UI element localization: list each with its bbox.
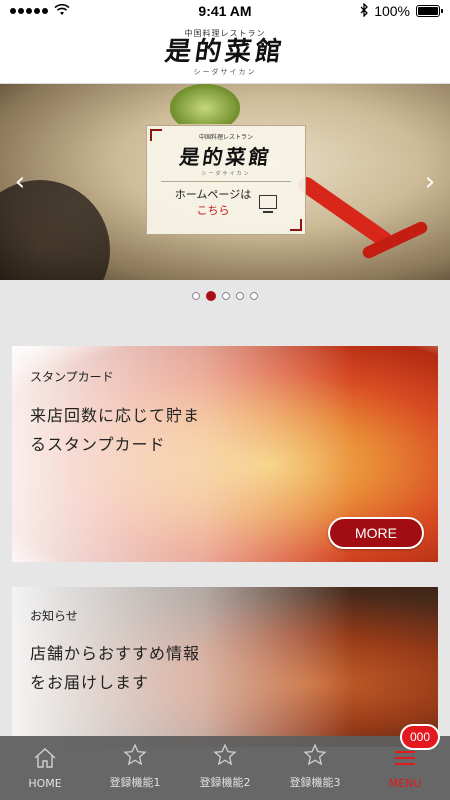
battery-icon <box>416 5 443 17</box>
bluetooth-icon <box>360 1 369 20</box>
stamp-card-label: スタンプカード <box>30 370 114 384</box>
nav-feature2-label: 登録機能2 <box>199 776 251 789</box>
pagination-dot[interactable] <box>236 292 244 300</box>
pagination-dot[interactable] <box>192 292 200 300</box>
pagination-dot[interactable] <box>250 292 258 300</box>
card-logo-subtitle: 中国料理レストラン <box>198 134 253 141</box>
homepage-link-card[interactable]: 中国料理レストラン 是的菜館 シーダサイカン ホームページは こちら <box>146 125 306 235</box>
news-panel[interactable]: お知らせ 店舗からおすすめ情報 をお届けします <box>12 587 438 747</box>
slider-pagination <box>0 290 450 302</box>
news-label: お知らせ <box>30 609 78 623</box>
star-icon <box>303 742 327 768</box>
signal-icon <box>10 8 48 14</box>
stamp-card-description-line: 来店回数に応じて貯ま <box>30 406 201 425</box>
app-header: 中国料理レストラン 是的菜館 シーダサイカン <box>0 22 450 84</box>
more-button[interactable]: MORE <box>328 517 424 549</box>
wifi-icon <box>54 3 70 19</box>
battery-fill <box>418 7 438 15</box>
nav-feature2[interactable]: 登録機能2 <box>180 736 270 800</box>
notification-badge: 000 <box>400 724 440 750</box>
nav-menu[interactable]: MENU 000 <box>360 724 450 800</box>
logo: 是的菜館 <box>162 37 288 68</box>
battery-percent: 100% <box>374 3 410 19</box>
slider-next-icon[interactable]: › <box>418 168 442 196</box>
homepage-link-line1: ホームページは <box>174 188 252 201</box>
signal-area <box>10 3 70 19</box>
homepage-link[interactable]: ホームページは こちら <box>175 186 278 218</box>
pagination-dot-active[interactable] <box>206 291 216 301</box>
hero-photo-vegetable <box>170 84 240 124</box>
nav-home[interactable]: HOME <box>0 736 90 800</box>
news-description-line: 店舗からおすすめ情報 <box>30 644 201 663</box>
homepage-link-line2: こちら <box>196 204 230 217</box>
status-bar: 9:41 AM 100% <box>0 0 450 22</box>
nav-home-label: HOME <box>28 777 62 790</box>
nav-feature1-label: 登録機能1 <box>109 776 161 789</box>
status-right: 100% <box>360 1 443 20</box>
nav-menu-label: MENU <box>388 777 422 790</box>
hero-photo-chili <box>295 173 395 251</box>
nav-feature1[interactable]: 登録機能1 <box>90 736 180 800</box>
news-description: 店舗からおすすめ情報 をお届けします <box>30 639 230 697</box>
monitor-icon <box>259 195 278 213</box>
homepage-link-text: ホームページは こちら <box>175 186 251 218</box>
stamp-card-description-line: るスタンプカード <box>30 435 166 454</box>
stamp-card-panel[interactable]: スタンプカード 来店回数に応じて貯ま るスタンプカード MORE <box>12 346 438 562</box>
card-logo: 是的菜館 <box>178 145 274 169</box>
star-icon <box>123 742 147 768</box>
star-icon <box>213 742 237 768</box>
hero-slider[interactable]: ‹ › 中国料理レストラン 是的菜館 シーダサイカン ホームページは こちら <box>0 84 450 280</box>
slider-prev-icon[interactable]: ‹ <box>8 168 32 196</box>
stamp-card-description: 来店回数に応じて貯ま るスタンプカード <box>30 401 230 459</box>
home-icon <box>33 745 57 771</box>
nav-feature3-label: 登録機能3 <box>289 776 341 789</box>
card-logo-reading: シーダサイカン <box>201 171 251 177</box>
nav-feature3[interactable]: 登録機能3 <box>270 736 360 800</box>
logo-reading: シーダサイカン <box>193 67 257 76</box>
bottom-nav: HOME 登録機能1 登録機能2 登録機能3 MENU 000 <box>0 724 450 800</box>
pagination-dot[interactable] <box>222 292 230 300</box>
card-divider <box>161 181 291 182</box>
news-description-line: をお届けします <box>30 673 150 692</box>
